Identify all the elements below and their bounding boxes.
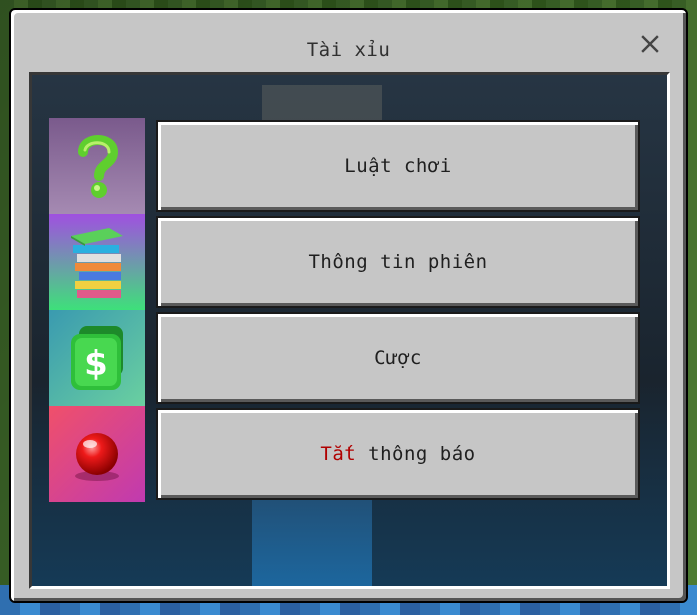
session-info-button[interactable]: Thông tin phiên: [156, 216, 640, 308]
bet-button[interactable]: Cược: [156, 312, 640, 404]
rules-button[interactable]: Luật chơi: [156, 120, 640, 212]
bet-button-label: Cược: [374, 347, 422, 369]
dialog-title: Tài xỉu: [306, 39, 391, 61]
toggle-notifications-label: Tắt thông báo: [320, 443, 475, 465]
money-icon: $: [49, 310, 145, 406]
question-mark-icon: [49, 118, 145, 214]
notification-rest-text: thông báo: [356, 443, 476, 465]
close-icon: [641, 35, 659, 53]
svg-text:$: $: [84, 344, 108, 384]
close-button[interactable]: [638, 32, 662, 56]
scene-block: [262, 85, 382, 125]
session-info-image: [49, 214, 145, 310]
toggle-notifications-button[interactable]: Tắt thông báo: [156, 408, 640, 500]
notification-image: [49, 406, 145, 502]
dialog-window: Tài xỉu Luật chơi Thông tin phiên $ Cược…: [9, 8, 688, 603]
bet-image: $: [49, 310, 145, 406]
session-info-button-label: Thông tin phiên: [308, 251, 488, 273]
rules-image: [49, 118, 145, 214]
book-stack-icon: [49, 214, 145, 310]
red-ball-icon: [49, 406, 145, 502]
notification-off-word: Tắt: [320, 443, 357, 465]
rules-button-label: Luật chơi: [344, 155, 452, 177]
scene-water: [252, 496, 372, 586]
